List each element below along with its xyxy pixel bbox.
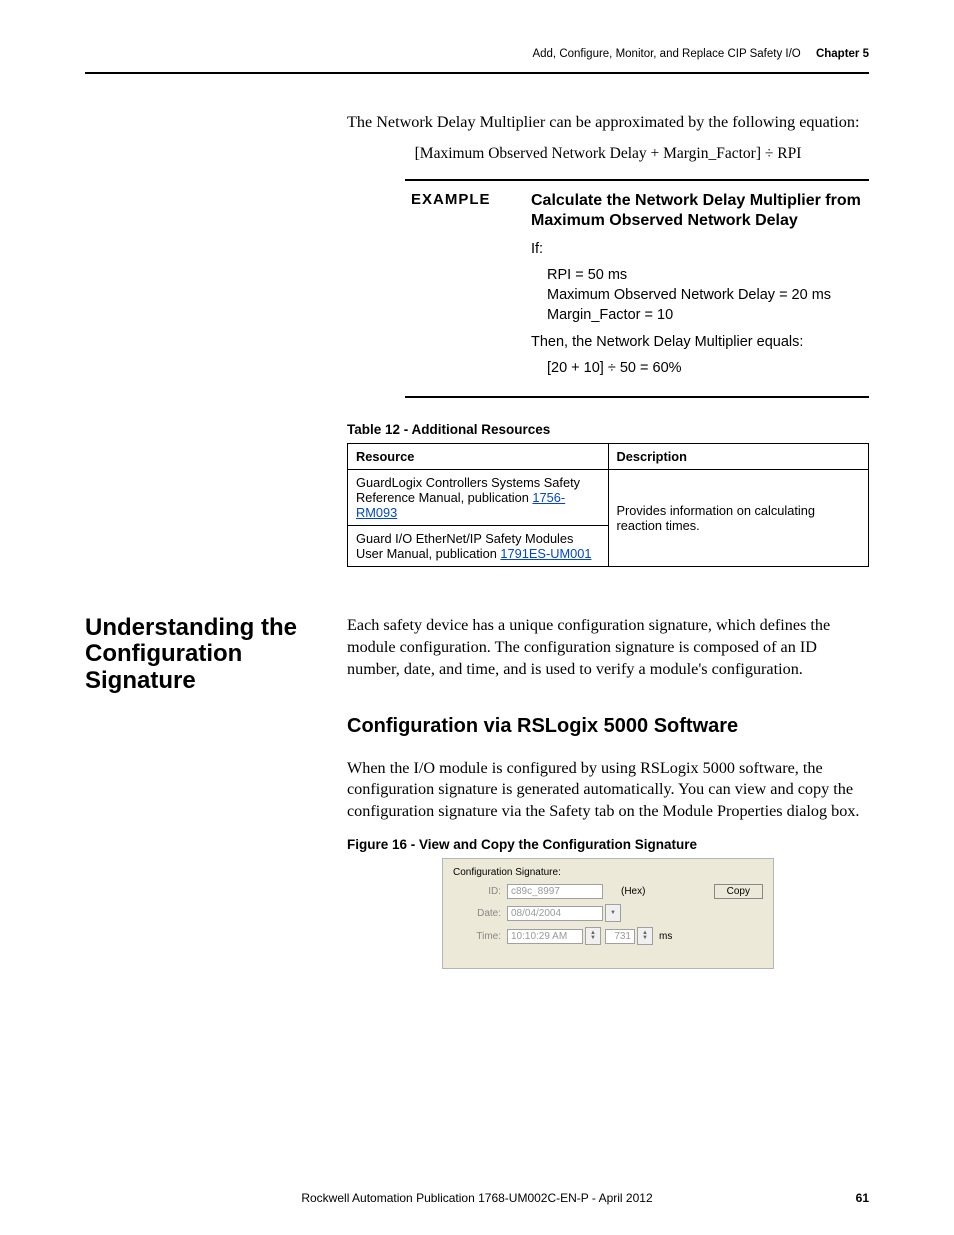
hex-label: (Hex): [621, 886, 645, 897]
intro-text: The Network Delay Multiplier can be appr…: [347, 112, 869, 134]
config-signature-panel: Configuration Signature: ID: (Hex) Copy …: [442, 858, 774, 969]
time-label: Time:: [467, 931, 501, 942]
example-given: RPI = 50 ms Maximum Observed Network Del…: [547, 265, 863, 326]
time-spinner-icon[interactable]: ▲▼: [585, 927, 601, 945]
table-description: Provides information on calculating reac…: [608, 469, 869, 566]
th-resource: Resource: [348, 443, 609, 469]
subsection-para: When the I/O module is configured by usi…: [347, 758, 869, 824]
ms-spinner-icon[interactable]: ▲▼: [637, 927, 653, 945]
date-input[interactable]: [507, 906, 603, 921]
publication-link[interactable]: 1791ES-UM001: [500, 546, 591, 561]
page-footer: Rockwell Automation Publication 1768-UM0…: [85, 1191, 869, 1205]
figure16-caption: Figure 16 - View and Copy the Configurat…: [347, 837, 869, 852]
page-number: 61: [856, 1191, 869, 1205]
example-box: EXAMPLE Calculate the Network Delay Mult…: [405, 179, 869, 398]
subsection-heading: Configuration via RSLogix 5000 Software: [347, 715, 869, 738]
th-description: Description: [608, 443, 869, 469]
intro-formula: [Maximum Observed Network Delay + Margin…: [347, 144, 869, 165]
id-label: ID:: [467, 886, 501, 897]
table-row: GuardLogix Controllers Systems Safety Re…: [348, 469, 609, 525]
example-if: If:: [531, 241, 863, 257]
section-heading: Understanding the Configuration Signatur…: [85, 615, 347, 694]
table12-caption: Table 12 - Additional Resources: [347, 422, 869, 437]
header-chapter: Chapter 5: [816, 48, 869, 60]
section-para: Each safety device has a unique configur…: [347, 615, 869, 681]
example-then: Then, the Network Delay Multiplier equal…: [531, 334, 863, 350]
date-dropdown-icon[interactable]: ▼: [605, 904, 621, 922]
running-header: Add, Configure, Monitor, and Replace CIP…: [85, 48, 869, 74]
ms-label: ms: [659, 931, 672, 942]
id-input[interactable]: [507, 884, 603, 899]
cs-title: Configuration Signature:: [453, 867, 763, 878]
example-title: Calculate the Network Delay Multiplier f…: [531, 191, 863, 231]
example-result: [20 + 10] ÷ 50 = 60%: [547, 358, 863, 378]
footer-text: Rockwell Automation Publication 1768-UM0…: [301, 1191, 652, 1205]
time-input[interactable]: [507, 929, 583, 944]
example-label: EXAMPLE: [411, 191, 531, 386]
date-label: Date:: [467, 908, 501, 919]
resource-table: Resource Description GuardLogix Controll…: [347, 443, 869, 567]
header-title: Add, Configure, Monitor, and Replace CIP…: [532, 48, 800, 60]
ms-input[interactable]: [605, 929, 635, 944]
copy-button[interactable]: Copy: [714, 884, 763, 899]
table-row: Guard I/O EtherNet/IP Safety Modules Use…: [348, 525, 609, 566]
